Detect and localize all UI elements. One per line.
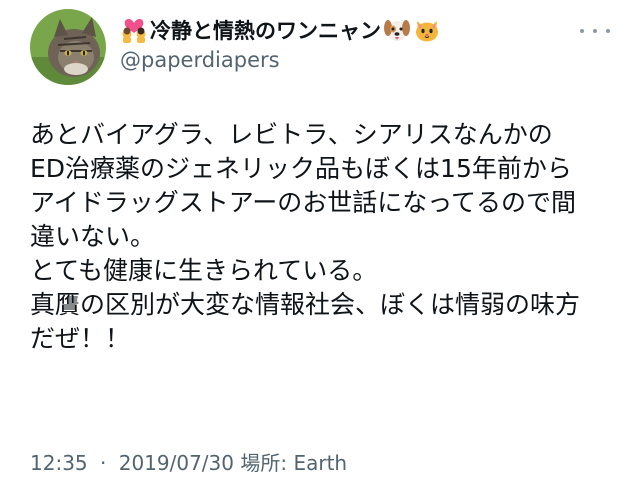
tweet-text-line: 真贋の区別が大変な情報社会、ぼくは情弱の味方 xyxy=(30,290,581,319)
heart-couple-icon xyxy=(120,16,148,44)
tweet-location[interactable]: 場所: Earth xyxy=(240,451,347,475)
tweet-text-line: 違いない。 xyxy=(30,222,156,251)
user-handle[interactable]: @paperdiapers xyxy=(120,48,280,72)
display-name[interactable]: 冷静と情熱のワンニャン xyxy=(120,14,441,46)
more-options-icon[interactable] xyxy=(580,24,610,38)
cat-face-icon xyxy=(413,16,441,44)
dog-face-icon xyxy=(383,16,411,44)
tweet-metadata: 12:35 · 2019/07/30 場所: Earth xyxy=(30,447,347,476)
separator: · xyxy=(100,451,107,475)
more-dot xyxy=(580,29,584,33)
tweet-text: あとバイアグラ、レビトラ、シアリスなんかの ED治療薬のジェネリック品もぼくは1… xyxy=(30,118,620,356)
tweet-text-line: ED治療薬のジェネリック品もぼくは15年前から xyxy=(30,154,572,183)
tweet: 冷静と情熱のワンニャン @paperdiapers あとバイアグラ、レビトラ、シ… xyxy=(0,0,640,487)
tweet-text-line: とても健康に生きられている。 xyxy=(30,256,378,285)
more-dot xyxy=(593,29,597,33)
tweet-text-line: アイドラッグストアーのお世話になってるので間 xyxy=(30,188,577,217)
tweet-time[interactable]: 12:35 xyxy=(30,451,88,475)
more-dot xyxy=(606,29,610,33)
tweet-date[interactable]: 2019/07/30 xyxy=(119,451,234,475)
tweet-text-line: だぜ！！ xyxy=(30,324,131,353)
avatar[interactable] xyxy=(30,9,106,85)
tweet-text-line: あとバイアグラ、レビトラ、シアリスなんかの xyxy=(30,120,553,149)
display-name-text: 冷静と情熱のワンニャン xyxy=(150,19,381,43)
